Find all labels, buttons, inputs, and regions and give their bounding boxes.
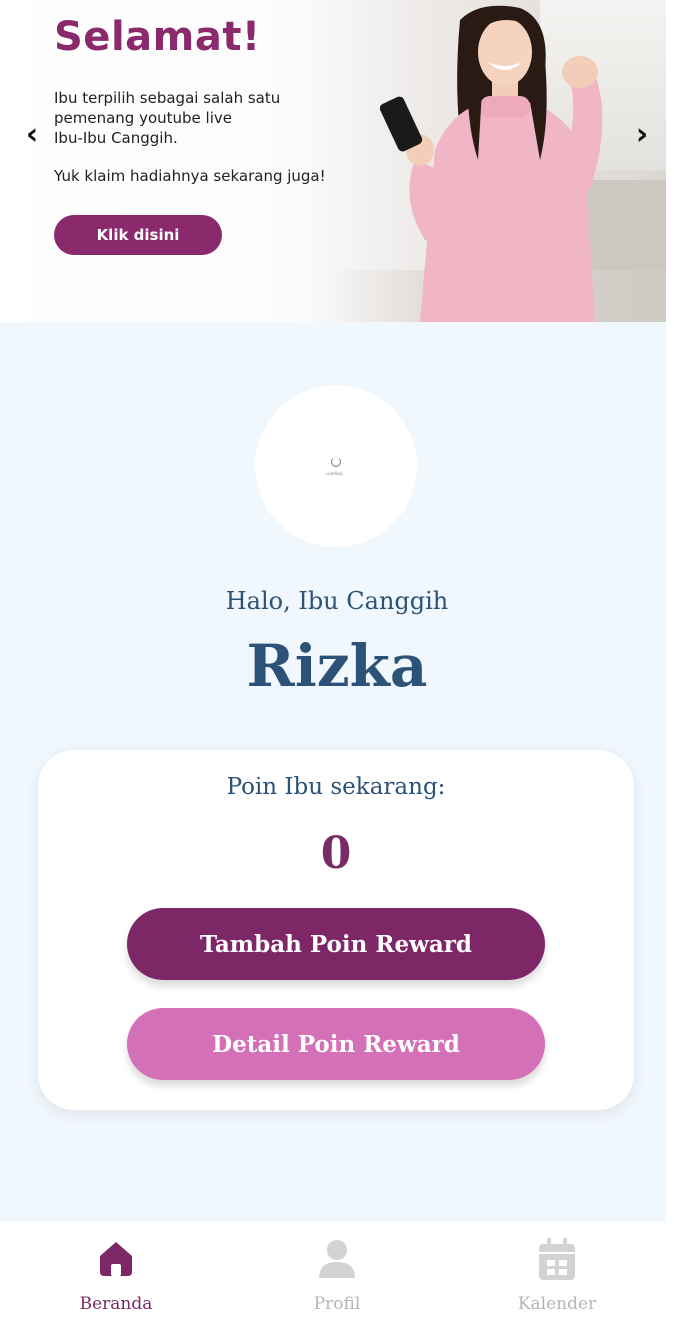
points-card: Poin Ibu sekarang: 0 Tambah Poin Reward … — [38, 750, 634, 1110]
banner-line: Ibu terpilih sebagai salah satu — [54, 89, 281, 107]
banner-title: Selamat! — [54, 14, 261, 60]
nav-item-profil[interactable]: Profil — [277, 1222, 397, 1336]
loading-text: Loading... — [326, 471, 346, 476]
chevron-left-icon[interactable]: ‹ — [20, 118, 44, 154]
user-icon — [319, 1240, 355, 1278]
banner-line: Ibu-Ibu Canggih. — [54, 129, 178, 147]
nav-label: Profil — [313, 1294, 361, 1314]
chevron-right-icon[interactable]: › — [630, 118, 654, 154]
nav-item-beranda[interactable]: Beranda — [56, 1222, 176, 1336]
banner-cta-button[interactable]: Klik disini — [54, 215, 222, 255]
reward-points-detail-button[interactable]: Detail Poin Reward — [127, 1008, 545, 1080]
nav-item-kalender[interactable]: Kalender — [497, 1222, 617, 1336]
greeting-text: Halo, Ibu Canggih — [225, 587, 449, 615]
banner-message: Ibu terpilih sebagai salah satu pemenang… — [54, 88, 374, 186]
promo-banner: Selamat! Ibu terpilih sebagai salah satu… — [0, 0, 666, 322]
nav-label: Kalender — [517, 1294, 597, 1314]
points-label: Poin Ibu sekarang: — [226, 774, 446, 800]
points-value: 0 — [320, 828, 352, 879]
avatar: Loading... — [255, 385, 417, 547]
banner-line: Yuk klaim hadiahnya sekarang juga! — [54, 167, 326, 185]
add-reward-points-button[interactable]: Tambah Poin Reward — [127, 908, 545, 980]
user-name: Rizka — [246, 632, 428, 700]
home-content: Loading... Halo, Ibu Canggih Rizka Poin … — [0, 322, 666, 1222]
nav-label: Beranda — [79, 1294, 153, 1314]
calendar-icon — [539, 1238, 575, 1280]
banner-woman-image — [380, 5, 603, 322]
home-icon — [100, 1242, 132, 1276]
loading-spinner-icon — [331, 457, 341, 467]
bottom-navigation: Beranda Profil Kalender — [0, 1222, 666, 1336]
banner-line: pemenang youtube live — [54, 109, 232, 127]
